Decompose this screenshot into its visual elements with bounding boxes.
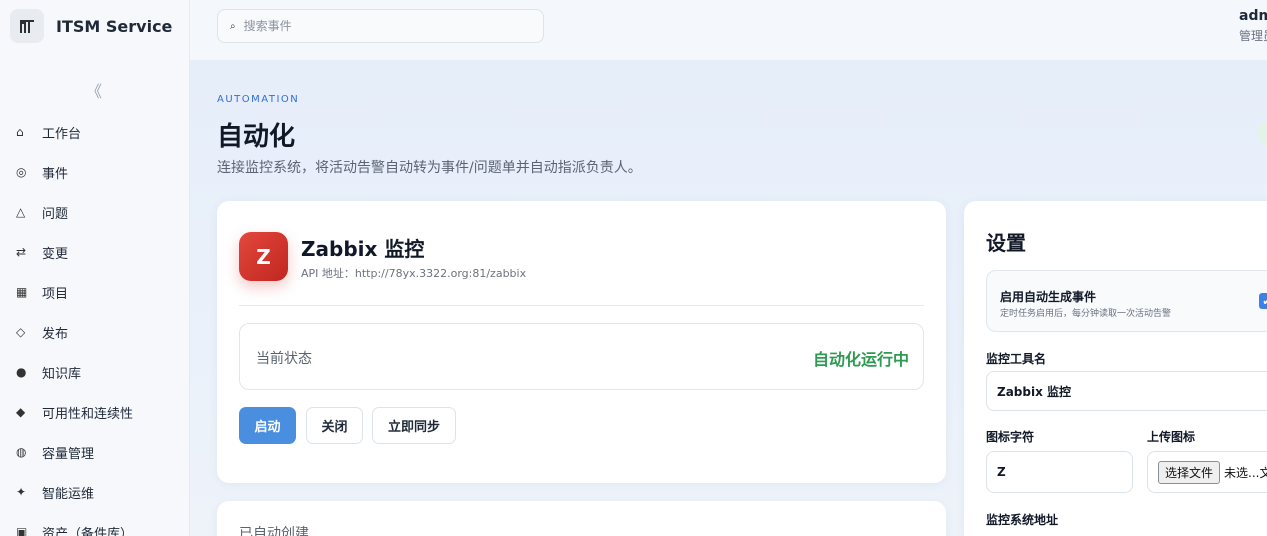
tool-card: Z Zabbix 监控 API 地址：http://78yx.3322.org:…: [217, 201, 946, 483]
close-button[interactable]: 关闭: [306, 407, 363, 444]
auto-create-checkbox[interactable]: ✔: [1259, 293, 1267, 309]
user-name: admin: [1239, 8, 1267, 24]
page-title: 自动化: [217, 122, 296, 152]
swap-icon: ⇄: [16, 245, 27, 259]
settings-card: 设置 启用自动生成事件 定时任务启用后，每分钟读取一次活动告警 ✔ 监控工具名 …: [964, 201, 1267, 536]
topbar: ⌕ admin 管理员: [190, 0, 1267, 60]
sidebar-item[interactable]: ⇄ 变更: [0, 232, 190, 272]
icon-char-label: 图标字符: [986, 430, 1035, 444]
sidebar-item-label: 变更: [42, 246, 69, 262]
sidebar-item-label: 知识库: [42, 366, 82, 382]
sidebar-item[interactable]: ▦ 项目: [0, 272, 190, 312]
sync-now-button[interactable]: 立即同步: [372, 407, 456, 444]
divider: [239, 305, 924, 306]
file-status: 未选...文: [1224, 465, 1267, 480]
created-label: 已自动创建: [239, 526, 309, 536]
sidebar: ITSM Service 《 ⌂ 工作台 ◎ 事件 △ 问题 ⇄ 变更 ▦ 项目 ◇ 发布 ● 知识库 ◆ 可…: [0, 0, 190, 536]
tool-logo-icon: Z: [239, 232, 288, 281]
user-role: 管理员: [1239, 29, 1267, 43]
sidebar-item-label: 事件: [42, 166, 69, 182]
start-button[interactable]: 启动: [239, 407, 296, 444]
search-icon: ⌕: [230, 20, 236, 32]
collapse-sidebar-icon[interactable]: 《: [86, 78, 102, 102]
search-input[interactable]: [243, 19, 524, 33]
sidebar-item[interactable]: ⌂ 工作台: [0, 112, 190, 152]
triangle-icon: △: [16, 205, 26, 219]
dot-icon: ●: [16, 365, 27, 379]
upload-icon-field[interactable]: 选择文件 未选...文: [1147, 451, 1267, 493]
sidebar-item-label: 工作台: [42, 126, 82, 142]
auto-create-toggle[interactable]: 启用自动生成事件 定时任务启用后，每分钟读取一次活动告警 ✔: [986, 270, 1267, 332]
created-card: 已自动创建: [217, 501, 946, 536]
header-status-pill: [1257, 120, 1267, 146]
sidebar-item-label: 项目: [42, 286, 69, 302]
sidebar-item[interactable]: ◆ 可用性和连续性: [0, 392, 190, 432]
tool-api-address: API 地址：http://78yx.3322.org:81/zabbix: [301, 267, 527, 280]
diamond-outline-icon: ◇: [16, 325, 26, 339]
tool-name-input[interactable]: [986, 371, 1267, 411]
status-box: 当前状态 自动化运行中: [239, 323, 924, 390]
upload-icon-label: 上传图标: [1147, 430, 1196, 444]
box-icon: ▣: [16, 525, 28, 536]
logo-mark-icon: [20, 20, 34, 33]
sidebar-item-label: 智能运维: [42, 486, 95, 502]
diamond-icon: ◆: [16, 405, 26, 419]
sidebar-item[interactable]: ✦ 智能运维: [0, 472, 190, 512]
brand-name: ITSM Service: [56, 16, 173, 36]
grid-icon: ▦: [16, 285, 28, 299]
status-value: 自动化运行中: [812, 350, 909, 369]
brand[interactable]: ITSM Service: [10, 9, 172, 43]
circle-icon: ◍: [16, 445, 27, 459]
sidebar-item[interactable]: ◇ 发布: [0, 312, 190, 352]
home-icon: ⌂: [16, 125, 24, 139]
sidebar-item-label: 资产（备件库）: [42, 526, 134, 536]
icon-char-input[interactable]: [986, 451, 1133, 493]
sidebar-item[interactable]: ◎ 事件: [0, 152, 190, 192]
sidebar-item-label: 容量管理: [42, 446, 95, 462]
tool-name: Zabbix 监控: [301, 237, 425, 261]
choose-file-button[interactable]: 选择文件: [1158, 460, 1221, 484]
sidebar-item-label: 问题: [42, 206, 69, 222]
user-menu[interactable]: admin 管理员: [1239, 8, 1267, 44]
sidebar-item[interactable]: △ 问题: [0, 192, 190, 232]
sidebar-nav: ⌂ 工作台 ◎ 事件 △ 问题 ⇄ 变更 ▦ 项目 ◇ 发布 ● 知识库 ◆ 可用性和连续性 ◍ 容量管理 ✦ 智能运…: [0, 112, 190, 536]
sidebar-item-label: 发布: [42, 326, 69, 342]
settings-title: 设置: [986, 231, 1026, 255]
search-box[interactable]: ⌕: [217, 9, 544, 43]
address-label: 监控系统地址: [986, 513, 1059, 527]
status-label: 当前状态: [256, 351, 312, 367]
sidebar-item[interactable]: ▣ 资产（备件库）: [0, 512, 190, 536]
auto-create-description: 定时任务启用后，每分钟读取一次活动告警: [1000, 309, 1172, 319]
page-description: 连接监控系统，将活动告警自动转为事件/问题单并自动指派负责人。: [217, 160, 642, 176]
main-content: AUTOMATION 自动化 连接监控系统，将活动告警自动转为事件/问题单并自动…: [190, 60, 1267, 536]
sidebar-item[interactable]: ● 知识库: [0, 352, 190, 392]
tool-name-label: 监控工具名: [986, 352, 1047, 366]
sidebar-item[interactable]: ◍ 容量管理: [0, 432, 190, 472]
brand-logo-icon: [10, 9, 44, 43]
sparkle-icon: ✦: [16, 485, 27, 499]
target-icon: ◎: [16, 165, 27, 179]
sidebar-item-label: 可用性和连续性: [42, 406, 134, 422]
auto-create-title: 启用自动生成事件: [1000, 290, 1097, 304]
page-eyebrow: AUTOMATION: [217, 94, 300, 105]
